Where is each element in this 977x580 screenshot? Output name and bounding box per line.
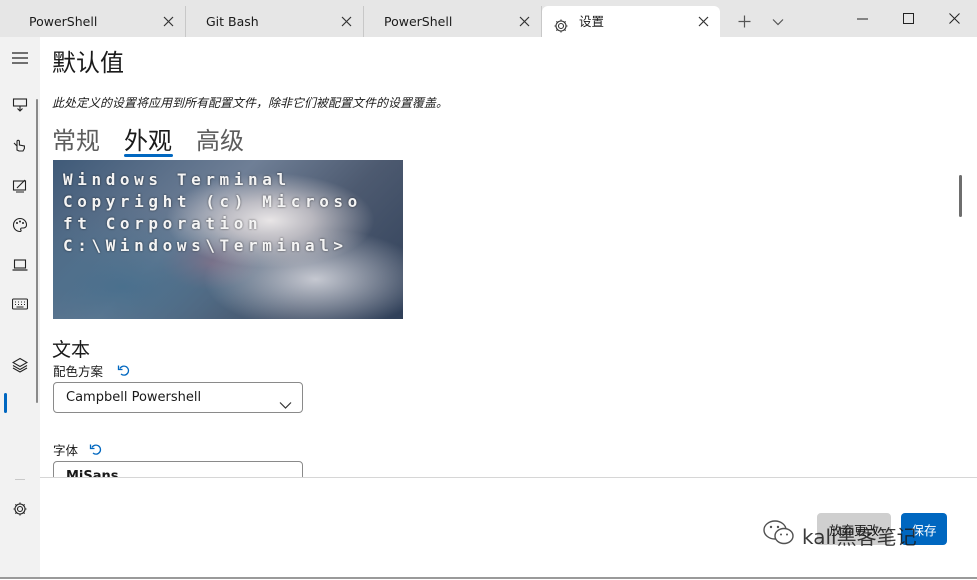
page-description: 此处定义的设置将应用到所有配置文件，除非它们被配置文件的设置覆盖。: [52, 96, 449, 110]
tab-label: PowerShell: [384, 14, 453, 29]
new-tab-plus-icon[interactable]: [730, 6, 758, 37]
close-icon[interactable]: [339, 6, 353, 37]
terminal-preview: Windows Terminal Copyright (c) Microso f…: [53, 160, 403, 319]
tab-git-bash[interactable]: Git Bash: [186, 6, 364, 37]
defaults-layers-icon[interactable]: [10, 355, 30, 375]
reset-icon[interactable]: [89, 441, 103, 455]
subtab-advanced[interactable]: 高级: [196, 121, 244, 156]
action-bar: 放弃更改 保存 kali黑客笔记: [40, 477, 977, 580]
color-scheme-value: Campbell Powershell: [66, 390, 202, 405]
font-label: 字体: [53, 443, 79, 458]
wechat-icon: [762, 519, 796, 552]
rail-divider: [15, 479, 25, 480]
minimize-icon[interactable]: [839, 0, 885, 37]
subtab-appearance[interactable]: 外观: [124, 121, 172, 156]
appearance-icon[interactable]: [10, 176, 30, 196]
font-value: MiSans: [66, 469, 119, 477]
maximize-icon[interactable]: [885, 0, 931, 37]
startup-icon[interactable]: [10, 95, 30, 115]
window-close-icon[interactable]: [931, 0, 977, 37]
rail-scrollbar[interactable]: [36, 99, 38, 403]
color-schemes-icon[interactable]: [10, 215, 30, 235]
preview-line: Copyright (c) Microso: [63, 192, 362, 211]
reset-icon[interactable]: [117, 362, 131, 376]
close-icon[interactable]: [517, 6, 531, 37]
tab-label: 设置: [579, 14, 605, 29]
color-scheme-label: 配色方案: [53, 364, 104, 379]
preview-line: C:\Windows\Terminal>: [63, 236, 348, 255]
chevron-down-icon: [279, 392, 292, 409]
settings-content: 默认值 此处定义的设置将应用到所有配置文件，除非它们被配置文件的设置覆盖。 常规…: [40, 37, 977, 477]
title-bar: PowerShell Git Bash PowerShell 设置: [0, 0, 977, 37]
color-scheme-dropdown[interactable]: Campbell Powershell: [53, 382, 303, 413]
preview-line: Windows Terminal: [63, 170, 291, 189]
close-icon[interactable]: [161, 6, 175, 37]
watermark: kali黑客笔记: [762, 519, 917, 552]
rendering-icon[interactable]: [10, 255, 30, 275]
rail-selection-indicator: [4, 393, 7, 413]
font-dropdown[interactable]: MiSans: [53, 461, 303, 477]
tab-settings[interactable]: 设置: [542, 6, 720, 37]
close-icon[interactable]: [696, 6, 710, 37]
watermark-text: kali黑客笔记: [802, 524, 917, 549]
tab-label: Git Bash: [206, 14, 259, 29]
preview-line: ft Corporation: [63, 214, 263, 233]
tab-powershell-2[interactable]: PowerShell: [364, 6, 542, 37]
page-title: 默认值: [52, 49, 124, 77]
content-scrollbar[interactable]: [959, 175, 962, 217]
subtab-selection-underline: [124, 154, 173, 157]
dropdown-chevron-icon[interactable]: [764, 6, 792, 37]
tab-powershell-1[interactable]: PowerShell: [0, 6, 186, 37]
section-heading-text: 文本: [52, 339, 91, 361]
interaction-icon[interactable]: [10, 134, 30, 154]
tab-label: PowerShell: [29, 14, 98, 29]
subtab-general[interactable]: 常规: [52, 121, 100, 156]
settings-gear-icon[interactable]: [10, 499, 30, 519]
actions-icon[interactable]: [10, 294, 30, 314]
navigation-rail: [0, 37, 40, 579]
gear-icon: [553, 14, 569, 33]
menu-icon[interactable]: [10, 48, 30, 68]
